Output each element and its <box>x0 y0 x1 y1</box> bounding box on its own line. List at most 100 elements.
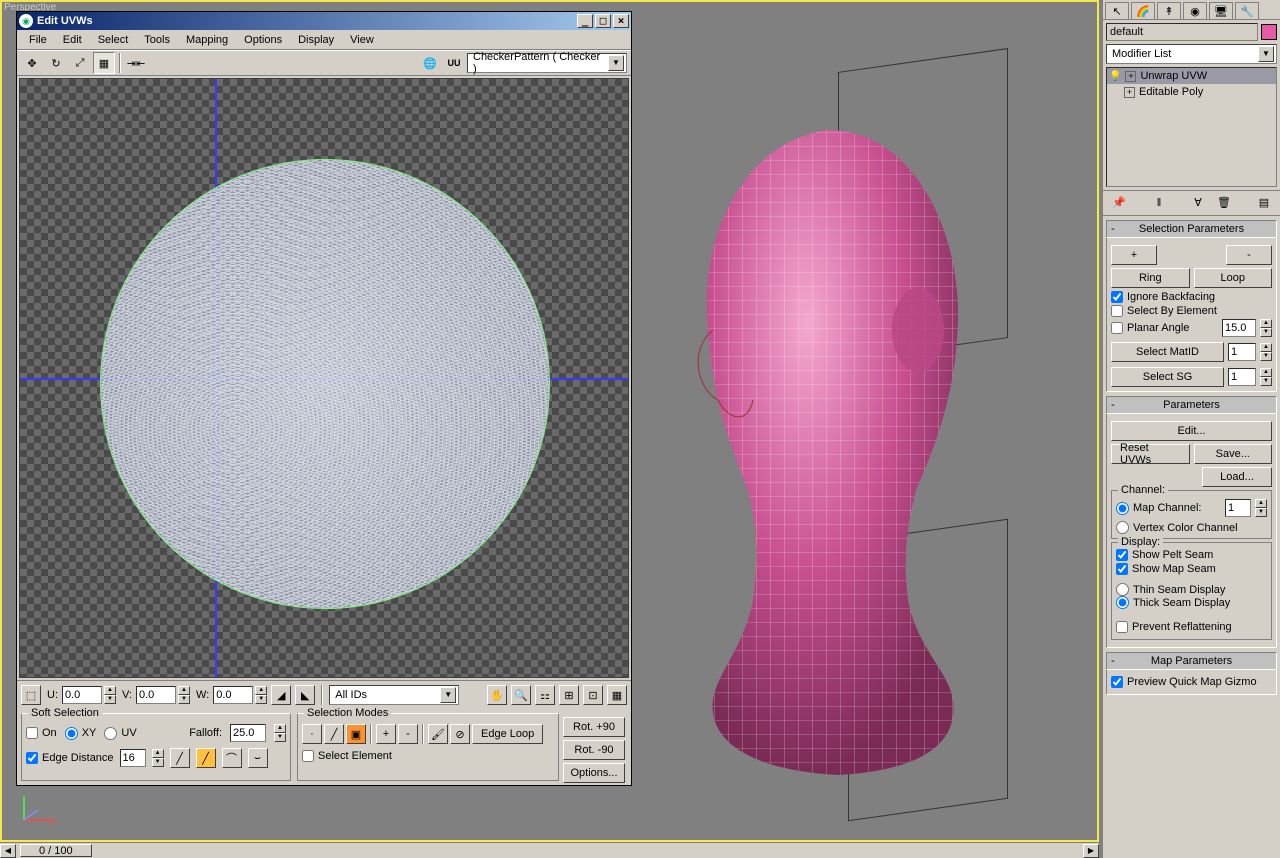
time-slider[interactable]: ◀ 0 / 100 ▶ <box>0 842 1099 858</box>
v-spinner[interactable]: ▲▼ <box>178 686 190 704</box>
texture-dropdown[interactable]: CheckerPattern ( Checker ) ▼ <box>467 53 627 73</box>
select-by-element-checkbox[interactable]: Select By Element <box>1111 305 1272 317</box>
face-mode[interactable]: ▣ <box>346 724 366 744</box>
prevent-reflattening-checkbox[interactable]: Prevent Reflattening <box>1116 621 1267 633</box>
scroll-right-icon[interactable]: ▶ <box>1083 844 1099 858</box>
options-button[interactable]: Options... <box>563 763 625 783</box>
show-map-seam-checkbox[interactable]: Show Map Seam <box>1116 563 1267 575</box>
paint-deselect[interactable]: ⊘ <box>450 724 470 744</box>
w-spinner[interactable]: ▲▼ <box>255 686 267 704</box>
stack-item-editable-poly[interactable]: + Editable Poly <box>1107 84 1276 100</box>
ids-dropdown[interactable]: All IDs ▼ <box>329 685 459 705</box>
menu-tools[interactable]: Tools <box>136 32 178 48</box>
sg-input[interactable]: 1 <box>1228 368 1256 386</box>
menu-file[interactable]: File <box>21 32 55 48</box>
minimize-button[interactable]: _ <box>577 14 593 28</box>
menu-options[interactable]: Options <box>236 32 290 48</box>
frame-indicator[interactable]: 0 / 100 <box>20 844 92 857</box>
map-channel-input[interactable]: 1 <box>1225 499 1251 517</box>
paint-select[interactable]: 🖌 <box>428 724 448 744</box>
select-sg-button[interactable]: Select SG <box>1111 367 1224 387</box>
close-button[interactable]: × <box>613 14 629 28</box>
expand-icon[interactable]: + <box>1124 87 1135 98</box>
break-tool[interactable]: ◢ <box>271 685 291 705</box>
planar-angle-checkbox[interactable]: Planar Angle <box>1111 322 1218 334</box>
expand-icon[interactable]: + <box>1125 71 1136 82</box>
modify-tab[interactable]: 🌈 <box>1131 2 1155 20</box>
pan-tool[interactable]: ✋ <box>487 685 507 705</box>
ignore-backfacing-checkbox[interactable]: Ignore Backfacing <box>1111 291 1272 303</box>
rollout-header[interactable]: -Map Parameters <box>1106 652 1277 670</box>
map-channel-spinner[interactable]: ▲▼ <box>1255 499 1267 517</box>
titlebar[interactable]: ◉ Edit UVWs _ □ × <box>17 12 631 30</box>
v-input[interactable]: 0.0 <box>136 686 176 704</box>
rotate-plus90-button[interactable]: Rot. +90 <box>563 717 625 737</box>
planar-angle-spinner[interactable]: ▲▼ <box>1260 319 1272 337</box>
lock-aspect-icon[interactable]: ⬚ <box>21 685 41 705</box>
rollout-header[interactable]: -Selection Parameters <box>1106 220 1277 238</box>
rotate-minus90-button[interactable]: Rot. -90 <box>563 740 625 760</box>
maximize-button[interactable]: □ <box>595 14 611 28</box>
uv-island[interactable] <box>100 159 550 609</box>
u-spinner[interactable]: ▲▼ <box>104 686 116 704</box>
falloff-spinner[interactable]: ▲▼ <box>274 724 286 742</box>
matid-spinner[interactable]: ▲▼ <box>1260 343 1272 361</box>
display-tab[interactable]: 🖥 <box>1209 2 1233 20</box>
loop-button[interactable]: Loop <box>1194 268 1273 288</box>
save-button[interactable]: Save... <box>1194 444 1273 464</box>
utilities-tab[interactable]: 🔧 <box>1235 2 1259 20</box>
grow-selection[interactable]: + <box>376 724 396 744</box>
move-tool[interactable]: ✥ <box>21 52 43 74</box>
modifier-stack[interactable]: 💡 + Unwrap UVW + Editable Poly <box>1106 67 1277 187</box>
select-matid-button[interactable]: Select MatID <box>1111 342 1224 362</box>
object-name-input[interactable]: default <box>1106 23 1258 41</box>
soft-on-checkbox[interactable]: On <box>26 727 57 739</box>
freeform-tool[interactable]: ▦ <box>93 52 115 74</box>
select-element-checkbox[interactable]: Select Element <box>302 750 554 762</box>
sg-spinner[interactable]: ▲▼ <box>1260 368 1272 386</box>
menu-mapping[interactable]: Mapping <box>178 32 236 48</box>
contract-selection-button[interactable]: - <box>1226 245 1272 265</box>
motion-tab[interactable]: ◉ <box>1183 2 1207 20</box>
scale-tool[interactable]: ⤢ <box>69 52 91 74</box>
show-map-button[interactable]: 🌐 <box>419 52 441 74</box>
map-channel-radio[interactable]: Map Channel: <box>1116 502 1221 515</box>
thick-seam-radio[interactable]: Thick Seam Display <box>1116 596 1267 609</box>
load-button[interactable]: Load... <box>1202 467 1272 487</box>
vertex-mode[interactable]: · <box>302 724 322 744</box>
edit-uvw-window[interactable]: ◉ Edit UVWs _ □ × File Edit Select Tools… <box>16 11 632 786</box>
snap-tool[interactable]: ⊡ <box>583 685 603 705</box>
stack-item-unwrap-uvw[interactable]: 💡 + Unwrap UVW <box>1107 68 1276 84</box>
u-input[interactable]: 0.0 <box>62 686 102 704</box>
rollout-header[interactable]: -Parameters <box>1106 396 1277 414</box>
edge-distance-input[interactable]: 16 <box>120 749 146 767</box>
expand-selection-button[interactable]: + <box>1111 245 1157 265</box>
zoom-extents-tool[interactable]: ⊞ <box>559 685 579 705</box>
zoom-tool[interactable]: 🔍 <box>511 685 531 705</box>
menu-display[interactable]: Display <box>290 32 342 48</box>
object-color-swatch[interactable] <box>1261 24 1277 40</box>
ring-button[interactable]: Ring <box>1111 268 1190 288</box>
space-uv-radio[interactable]: UV <box>104 727 136 740</box>
show-end-result-icon[interactable]: ‖ <box>1149 194 1169 212</box>
create-tab[interactable]: ↖ <box>1105 2 1129 20</box>
mirror-tool[interactable]: ⇥⇤ <box>125 52 147 74</box>
w-input[interactable]: 0.0 <box>213 686 253 704</box>
edge-mode[interactable]: ╱ <box>324 724 344 744</box>
space-xy-radio[interactable]: XY <box>65 727 97 740</box>
falloff-input[interactable]: 25.0 <box>230 724 266 742</box>
menu-select[interactable]: Select <box>90 32 137 48</box>
show-pelt-seam-checkbox[interactable]: Show Pelt Seam <box>1116 549 1267 561</box>
uv-canvas[interactable] <box>19 78 629 678</box>
falloff-shape-2[interactable]: ╱ <box>196 748 216 768</box>
edge-distance-spinner[interactable]: ▲▼ <box>152 749 164 767</box>
rotate-tool[interactable]: ↻ <box>45 52 67 74</box>
edge-distance-checkbox[interactable]: Edge Distance <box>26 752 114 764</box>
falloff-shape-3[interactable]: ⌒ <box>222 748 242 768</box>
reset-uvws-button[interactable]: Reset UVWs <box>1111 444 1190 464</box>
falloff-shape-4[interactable]: ⌣ <box>248 748 268 768</box>
vertex-color-radio[interactable]: Vertex Color Channel <box>1116 521 1267 534</box>
modifier-list-dropdown[interactable]: Modifier List ▼ <box>1106 44 1277 64</box>
edge-loop-button[interactable]: Edge Loop <box>472 724 543 744</box>
thin-seam-radio[interactable]: Thin Seam Display <box>1116 583 1267 596</box>
